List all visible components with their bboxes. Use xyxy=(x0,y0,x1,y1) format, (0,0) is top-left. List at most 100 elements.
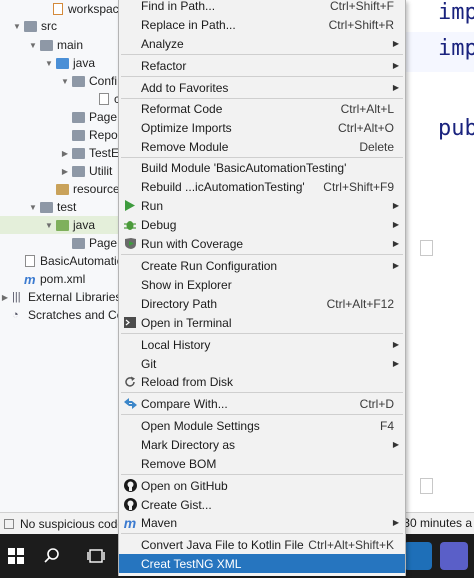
tree-item-config-file[interactable]: co xyxy=(0,90,125,108)
tree-item-utilit[interactable]: ▶ Utilit xyxy=(0,162,125,180)
menu-item-run[interactable]: Run ▶ xyxy=(119,196,405,215)
status-icon[interactable] xyxy=(4,518,14,529)
menu-item-debug[interactable]: Debug ▶ xyxy=(119,215,405,234)
submenu-arrow-icon: ▶ xyxy=(392,61,399,70)
menu-item-shortcut: Ctrl+Shift+F9 xyxy=(323,179,394,194)
menu-separator xyxy=(121,333,403,334)
tree-item-repo[interactable]: Repo xyxy=(0,126,125,144)
compare-icon xyxy=(123,397,137,411)
menu-item-convert-to-kotlin[interactable]: Convert Java File to Kotlin File Ctrl+Alt… xyxy=(119,535,405,554)
menu-item-maven[interactable]: m Maven ▶ xyxy=(119,513,405,532)
menu-item-rebuild[interactable]: Rebuild ...icAutomationTesting' Ctrl+Shif… xyxy=(119,177,405,196)
tree-item-label: test xyxy=(57,200,77,214)
windows-start-icon[interactable] xyxy=(2,542,30,570)
menu-item-reformat-code[interactable]: Reformat Code Ctrl+Alt+L xyxy=(119,99,405,118)
chevron-down-icon[interactable]: ▼ xyxy=(44,59,54,68)
tree-item-java-test[interactable]: ▼ java xyxy=(0,216,125,234)
chevron-down-icon[interactable]: ▼ xyxy=(60,77,70,86)
task-view-icon[interactable] xyxy=(82,542,110,570)
chevron-down-icon[interactable]: ▼ xyxy=(28,41,38,50)
submenu-arrow-icon: ▶ xyxy=(392,220,399,229)
package-icon xyxy=(72,75,85,87)
menu-item-label: Replace in Path... xyxy=(141,17,236,32)
tree-item-config[interactable]: ▼ Confi xyxy=(0,72,125,90)
menu-item-open-on-github[interactable]: Open on GitHub xyxy=(119,476,405,495)
menu-item-label: Mark Directory as xyxy=(141,437,236,452)
menu-item-label: Build Module 'BasicAutomationTesting' xyxy=(141,160,347,175)
menu-item-open-module-settings[interactable]: Open Module Settings F4 xyxy=(119,416,405,435)
chevron-down-icon[interactable]: ▼ xyxy=(44,221,54,230)
menu-item-show-in-explorer[interactable]: Show in Explorer xyxy=(119,275,405,294)
tree-item-teste[interactable]: ▶ TestE xyxy=(0,144,125,162)
menu-item-run-with-coverage[interactable]: Run with Coverage ▶ xyxy=(119,234,405,253)
menu-item-label: Git xyxy=(141,356,157,371)
menu-item-create-gist[interactable]: Create Gist... xyxy=(119,495,405,514)
fold-marker[interactable] xyxy=(420,478,433,494)
menu-item-label: Maven xyxy=(141,515,178,530)
library-icon: ||| xyxy=(12,291,21,303)
tree-item-page-test[interactable]: Page xyxy=(0,234,125,252)
tree-item-workspace-xml[interactable]: workspace.xml xyxy=(0,0,125,18)
tree-item-label: java xyxy=(73,56,96,70)
menu-item-find-in-path[interactable]: Find in Path... Ctrl+Shift+F xyxy=(119,0,405,15)
chevron-right-icon[interactable]: ▶ xyxy=(60,167,70,176)
package-icon xyxy=(72,147,85,159)
menu-item-shortcut: Ctrl+Alt+Shift+K xyxy=(308,537,394,552)
tree-item-label: main xyxy=(57,38,84,52)
tree-item-scratches[interactable]: ◔ Scratches and Cons xyxy=(0,306,125,324)
tree-item-resources[interactable]: resource xyxy=(0,180,125,198)
tree-item-label: src xyxy=(41,19,57,33)
menu-item-open-in-terminal[interactable]: Open in Terminal xyxy=(119,313,405,332)
menu-item-compare-with[interactable]: Compare With... Ctrl+D xyxy=(119,394,405,413)
menu-item-mark-directory-as[interactable]: Mark Directory as ▶ xyxy=(119,435,405,454)
menu-item-create-testng-xml[interactable]: Creat TestNG XML xyxy=(119,554,405,573)
maven-icon: m xyxy=(24,271,36,287)
tree-item-page[interactable]: Page xyxy=(0,108,125,126)
menu-item-shortcut: Ctrl+Shift+R xyxy=(328,17,394,32)
tree-item-test[interactable]: ▼ test xyxy=(0,198,125,216)
app-teams-icon[interactable] xyxy=(440,542,468,570)
menu-item-directory-path[interactable]: Directory Path Ctrl+Alt+F12 xyxy=(119,294,405,313)
chevron-down-icon[interactable]: ▼ xyxy=(28,203,38,212)
menu-item-label: Directory Path xyxy=(141,296,218,311)
menu-item-replace-in-path[interactable]: Replace in Path... Ctrl+Shift+R xyxy=(119,15,405,34)
tree-item-java-main[interactable]: ▼ java xyxy=(0,54,125,72)
package-icon xyxy=(72,111,85,123)
code-editor[interactable]: imp imp pub xyxy=(404,0,474,512)
tree-item-main[interactable]: ▼ main xyxy=(0,36,125,54)
package-icon xyxy=(72,165,85,177)
menu-item-git[interactable]: Git ▶ xyxy=(119,354,405,373)
code-line-1: imp xyxy=(438,0,474,25)
tree-item-src[interactable]: ▼ src xyxy=(0,17,125,35)
menu-item-local-history[interactable]: Local History ▶ xyxy=(119,335,405,354)
submenu-arrow-icon: ▶ xyxy=(392,239,399,248)
app-outlook-icon[interactable] xyxy=(404,542,432,570)
menu-item-add-to-favorites[interactable]: Add to Favorites ▶ xyxy=(119,78,405,97)
menu-item-label: Optimize Imports xyxy=(141,120,232,135)
menu-item-create-run-configuration[interactable]: Create Run Configuration ▶ xyxy=(119,256,405,275)
menu-item-analyze[interactable]: Analyze ▶ xyxy=(119,34,405,53)
menu-item-reload-from-disk[interactable]: Reload from Disk xyxy=(119,372,405,391)
menu-item-optimize-imports[interactable]: Optimize Imports Ctrl+Alt+O xyxy=(119,118,405,137)
menu-item-label: Remove BOM xyxy=(141,456,217,471)
search-icon[interactable] xyxy=(38,542,66,570)
submenu-arrow-icon: ▶ xyxy=(392,201,399,210)
context-menu: Find in Path... Ctrl+Shift+F Replace in P… xyxy=(118,0,406,576)
menu-separator xyxy=(121,533,403,534)
tree-item-external-libraries[interactable]: ▶ ||| External Libraries xyxy=(0,288,125,306)
tree-item-iml[interactable]: BasicAutomatio xyxy=(0,252,125,270)
tree-item-pom[interactable]: m pom.xml xyxy=(0,270,125,288)
chevron-right-icon[interactable]: ▶ xyxy=(60,149,70,158)
menu-item-label: Reformat Code xyxy=(141,101,223,116)
chevron-right-icon[interactable]: ▶ xyxy=(0,293,10,302)
menu-item-build-module[interactable]: Build Module 'BasicAutomationTesting' xyxy=(119,158,405,177)
chevron-down-icon[interactable]: ▼ xyxy=(12,22,22,31)
submenu-arrow-icon: ▶ xyxy=(392,39,399,48)
menu-item-refactor[interactable]: Refactor ▶ xyxy=(119,56,405,75)
menu-item-remove-bom[interactable]: Remove BOM xyxy=(119,454,405,473)
menu-item-shortcut: Delete xyxy=(359,139,394,154)
fold-marker[interactable] xyxy=(420,240,433,256)
tree-item-label: Scratches and Cons xyxy=(28,308,125,322)
tree-item-label: TestE xyxy=(89,146,120,160)
menu-item-remove-module[interactable]: Remove Module Delete xyxy=(119,137,405,156)
